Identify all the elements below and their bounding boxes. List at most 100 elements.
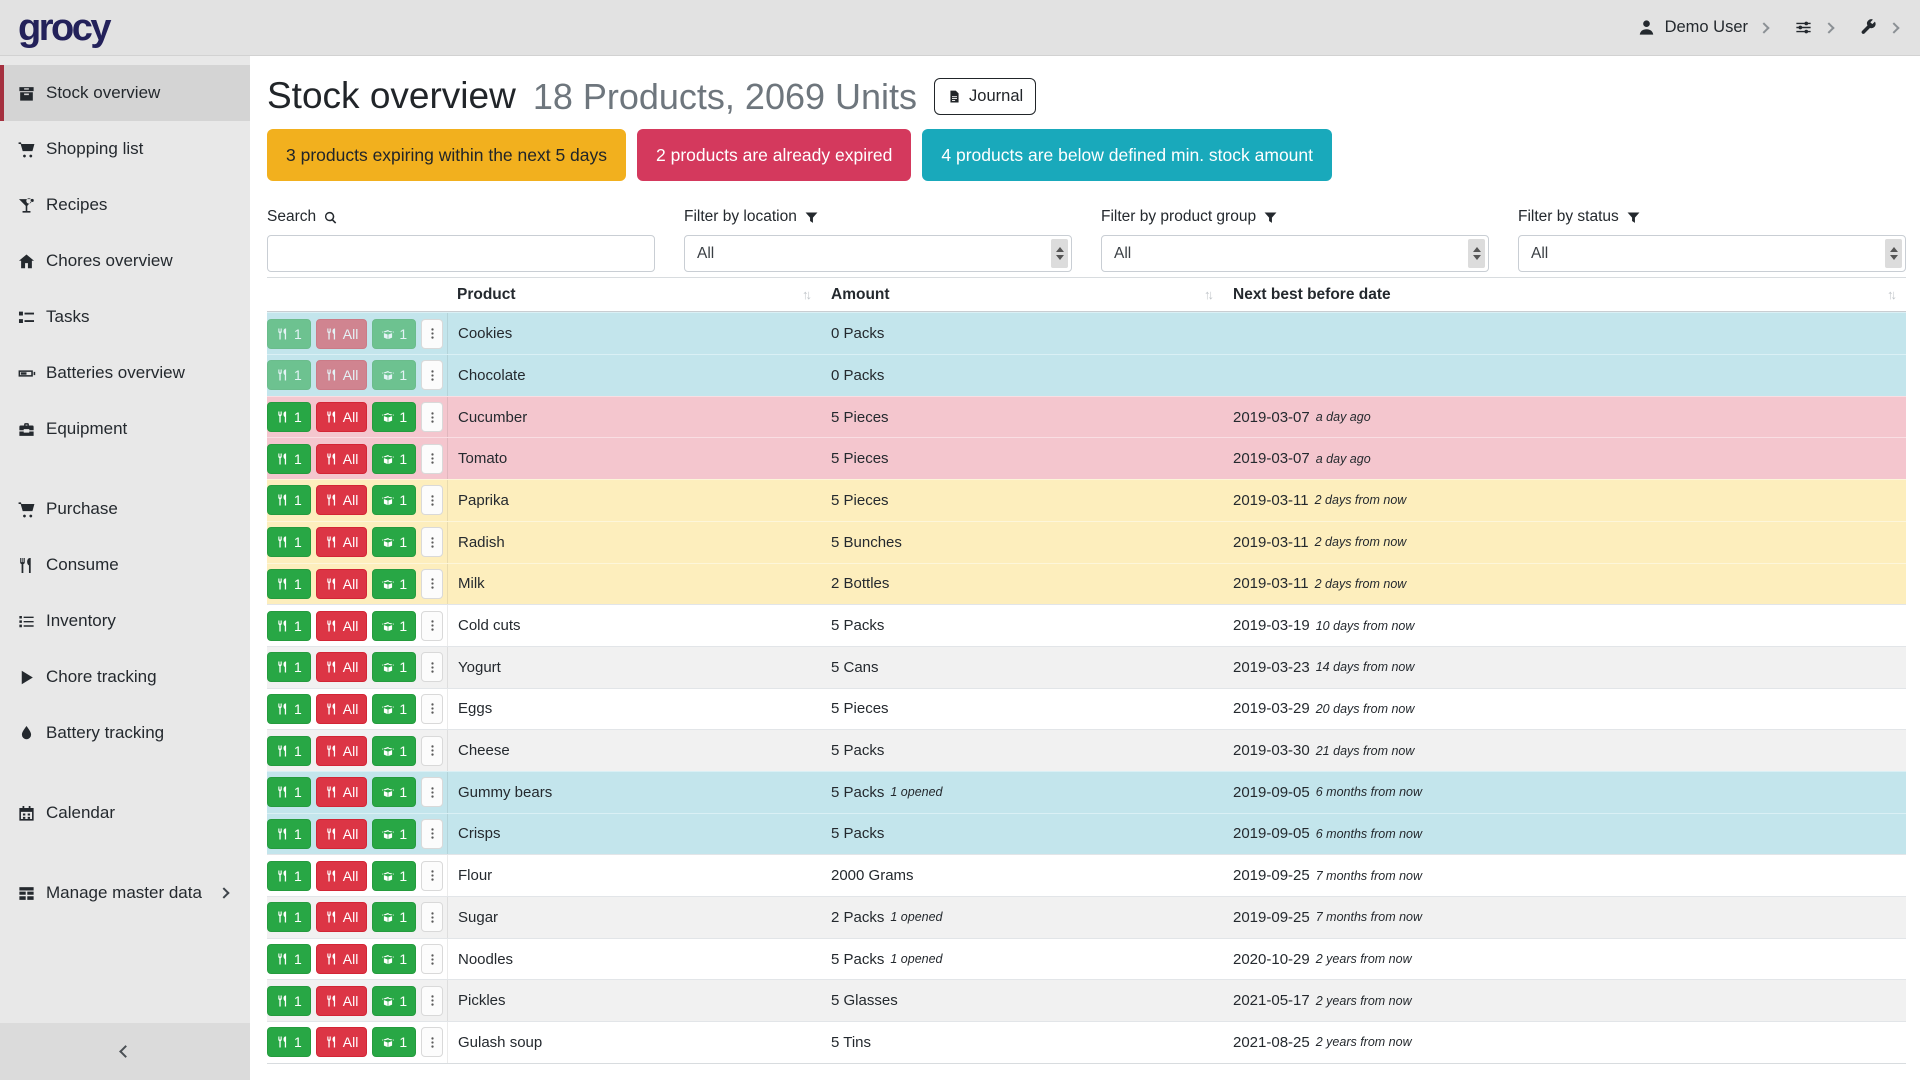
row-menu-button[interactable] xyxy=(421,611,443,641)
below-min-stock-alert[interactable]: 4 products are below defined min. stock … xyxy=(922,129,1332,181)
row-menu-button[interactable] xyxy=(421,1027,443,1057)
consume-one-button[interactable]: 1 xyxy=(267,694,311,724)
row-menu-button[interactable] xyxy=(421,944,443,974)
open-one-button[interactable]: 1 xyxy=(372,944,416,974)
consume-one-button[interactable]: 1 xyxy=(267,611,311,641)
consume-one-button[interactable]: 1 xyxy=(267,444,311,474)
consume-all-button[interactable]: All xyxy=(316,1027,368,1057)
consume-one-button[interactable]: 1 xyxy=(267,986,311,1016)
consume-one-button[interactable]: 1 xyxy=(267,360,311,390)
consume-one-button[interactable]: 1 xyxy=(267,319,311,349)
sidebar-item-purchase[interactable]: Purchase xyxy=(0,481,250,537)
open-one-button[interactable]: 1 xyxy=(372,736,416,766)
open-one-button[interactable]: 1 xyxy=(372,652,416,682)
date-column-header[interactable]: Next best before date xyxy=(1233,286,1391,304)
consume-one-button[interactable]: 1 xyxy=(267,736,311,766)
consume-one-button[interactable]: 1 xyxy=(267,944,311,974)
consume-all-button[interactable]: All xyxy=(316,861,368,891)
settings-menu[interactable] xyxy=(1794,18,1833,37)
row-menu-button[interactable] xyxy=(421,819,443,849)
sidebar-item-chores-overview[interactable]: Chores overview xyxy=(0,233,250,289)
consume-all-button[interactable]: All xyxy=(316,652,368,682)
sidebar-item-equipment[interactable]: Equipment xyxy=(0,401,250,457)
consume-all-button[interactable]: All xyxy=(316,611,368,641)
open-one-button[interactable]: 1 xyxy=(372,569,416,599)
row-menu-button[interactable] xyxy=(421,861,443,891)
open-one-button[interactable]: 1 xyxy=(372,861,416,891)
journal-button[interactable]: Journal xyxy=(934,78,1036,115)
sidebar-item-battery-tracking[interactable]: Battery tracking xyxy=(0,705,250,761)
open-one-button[interactable]: 1 xyxy=(372,1027,416,1057)
row-menu-button[interactable] xyxy=(421,444,443,474)
open-one-button[interactable]: 1 xyxy=(372,902,416,932)
product-column-header[interactable]: Product xyxy=(457,286,516,304)
consume-all-button[interactable]: All xyxy=(316,777,368,807)
row-menu-button[interactable] xyxy=(421,777,443,807)
sidebar-item-manage-master-data[interactable]: Manage master data xyxy=(0,865,250,921)
consume-all-button[interactable]: All xyxy=(316,360,368,390)
amount-column-header[interactable]: Amount xyxy=(831,286,890,304)
sort-icon[interactable]: ↑↓ xyxy=(802,287,809,302)
sidebar-item-chore-tracking[interactable]: Chore tracking xyxy=(0,649,250,705)
expiring-products-alert[interactable]: 3 products expiring within the next 5 da… xyxy=(267,129,626,181)
consume-one-button[interactable]: 1 xyxy=(267,902,311,932)
row-menu-button[interactable] xyxy=(421,319,443,349)
consume-all-button[interactable]: All xyxy=(316,736,368,766)
open-one-button[interactable]: 1 xyxy=(372,777,416,807)
row-menu-button[interactable] xyxy=(421,902,443,932)
sidebar-item-shopping-list[interactable]: Shopping list xyxy=(0,121,250,177)
consume-all-button[interactable]: All xyxy=(316,527,368,557)
row-menu-button[interactable] xyxy=(421,402,443,432)
consume-all-button[interactable]: All xyxy=(316,986,368,1016)
consume-all-button[interactable]: All xyxy=(316,902,368,932)
open-one-button[interactable]: 1 xyxy=(372,986,416,1016)
consume-one-button[interactable]: 1 xyxy=(267,652,311,682)
sidebar-item-tasks[interactable]: Tasks xyxy=(0,289,250,345)
row-menu-button[interactable] xyxy=(421,485,443,515)
consume-all-button[interactable]: All xyxy=(316,444,368,474)
row-menu-button[interactable] xyxy=(421,986,443,1016)
open-one-button[interactable]: 1 xyxy=(372,485,416,515)
consume-all-button[interactable]: All xyxy=(316,694,368,724)
open-one-button[interactable]: 1 xyxy=(372,819,416,849)
sidebar-collapse-button[interactable] xyxy=(0,1023,250,1080)
expired-products-alert[interactable]: 2 products are already expired xyxy=(637,129,911,181)
sidebar-item-consume[interactable]: Consume xyxy=(0,537,250,593)
consume-one-button[interactable]: 1 xyxy=(267,1027,311,1057)
user-menu[interactable]: Demo User xyxy=(1637,18,1768,37)
sidebar-item-inventory[interactable]: Inventory xyxy=(0,593,250,649)
search-input[interactable] xyxy=(267,235,655,272)
sidebar-item-recipes[interactable]: Recipes xyxy=(0,177,250,233)
admin-menu[interactable] xyxy=(1859,18,1898,37)
location-select[interactable]: All xyxy=(684,235,1072,272)
consume-all-button[interactable]: All xyxy=(316,319,368,349)
row-menu-button[interactable] xyxy=(421,694,443,724)
consume-one-button[interactable]: 1 xyxy=(267,485,311,515)
row-menu-button[interactable] xyxy=(421,527,443,557)
consume-all-button[interactable]: All xyxy=(316,402,368,432)
grocy-logo[interactable]: grocy xyxy=(18,9,109,47)
sort-icon[interactable]: ↑↓ xyxy=(1204,287,1211,302)
sort-icon[interactable]: ↑↓ xyxy=(1887,287,1894,302)
status-select[interactable]: All xyxy=(1518,235,1906,272)
product-group-select[interactable]: All xyxy=(1101,235,1489,272)
sidebar-item-stock-overview[interactable]: Stock overview xyxy=(0,65,250,121)
consume-one-button[interactable]: 1 xyxy=(267,402,311,432)
consume-all-button[interactable]: All xyxy=(316,569,368,599)
consume-all-button[interactable]: All xyxy=(316,485,368,515)
open-one-button[interactable]: 1 xyxy=(372,611,416,641)
row-menu-button[interactable] xyxy=(421,569,443,599)
consume-all-button[interactable]: All xyxy=(316,819,368,849)
open-one-button[interactable]: 1 xyxy=(372,402,416,432)
consume-all-button[interactable]: All xyxy=(316,944,368,974)
open-one-button[interactable]: 1 xyxy=(372,694,416,724)
row-menu-button[interactable] xyxy=(421,360,443,390)
sidebar-item-batteries-overview[interactable]: Batteries overview xyxy=(0,345,250,401)
consume-one-button[interactable]: 1 xyxy=(267,527,311,557)
open-one-button[interactable]: 1 xyxy=(372,527,416,557)
row-menu-button[interactable] xyxy=(421,736,443,766)
consume-one-button[interactable]: 1 xyxy=(267,819,311,849)
sidebar-item-calendar[interactable]: Calendar xyxy=(0,785,250,841)
consume-one-button[interactable]: 1 xyxy=(267,861,311,891)
row-menu-button[interactable] xyxy=(421,652,443,682)
